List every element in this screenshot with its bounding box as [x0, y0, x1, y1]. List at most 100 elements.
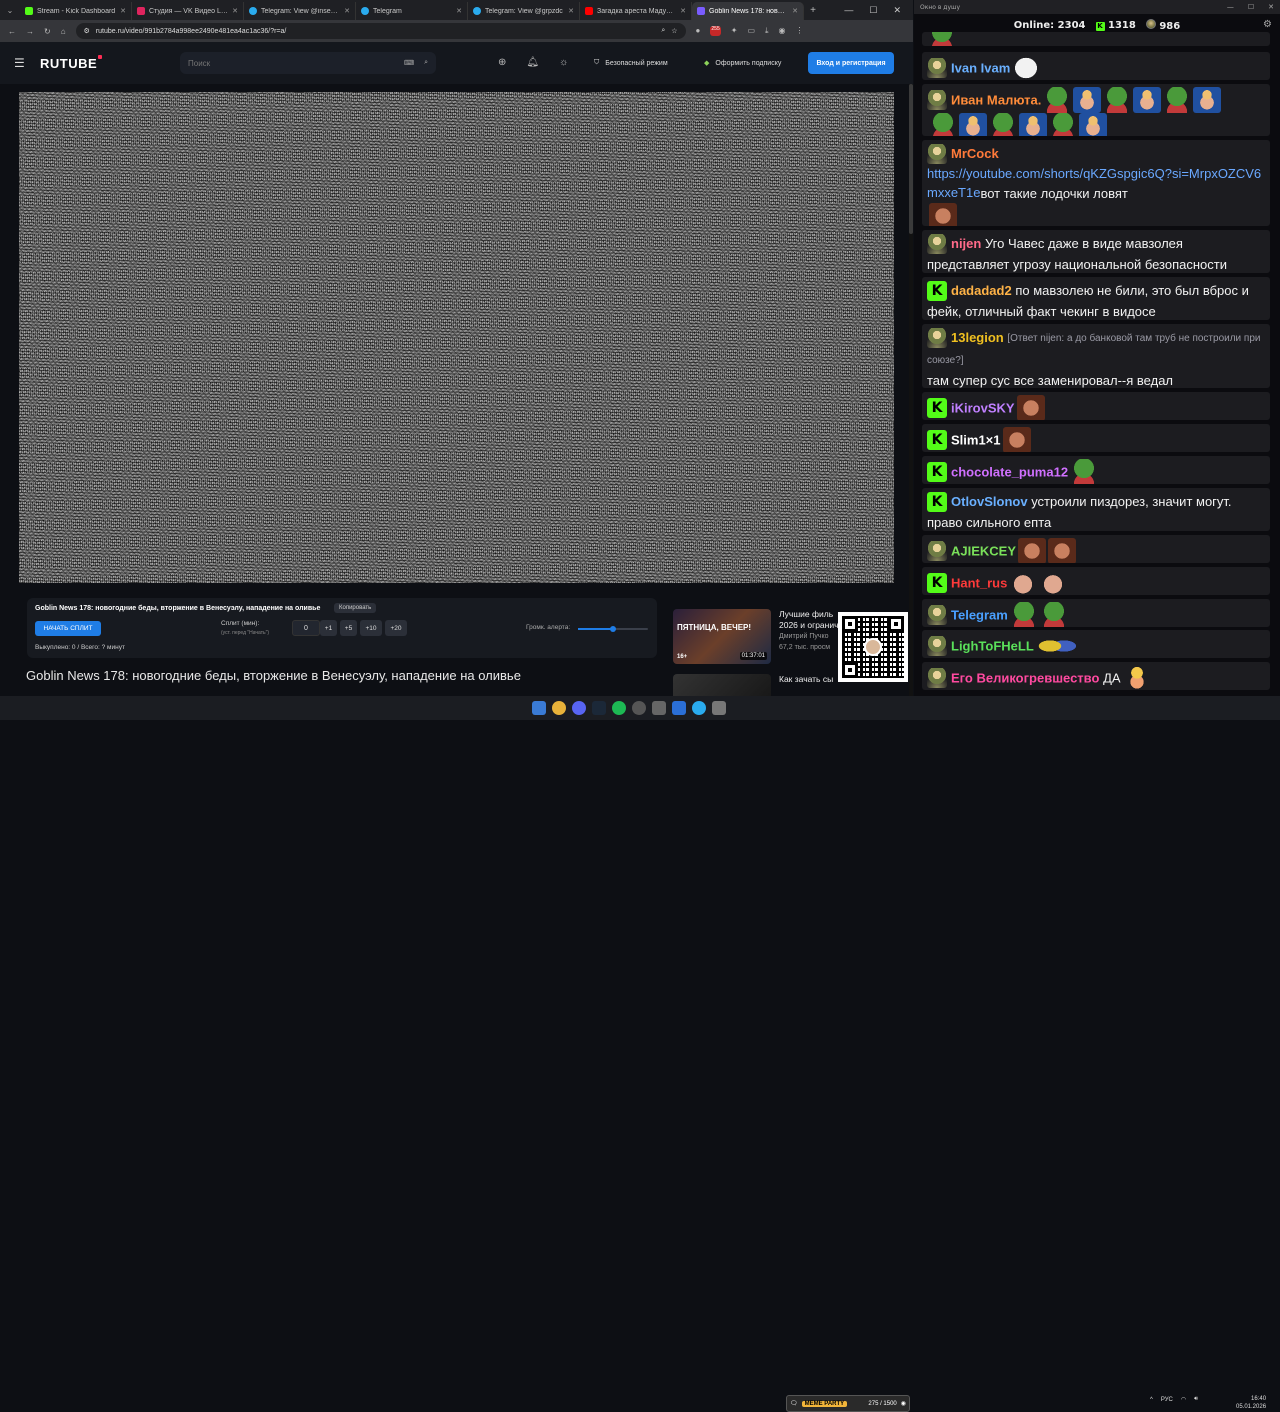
spotify-icon[interactable]	[612, 701, 626, 715]
safe-mode-button[interactable]: ⛉ Безопасный режим	[594, 53, 668, 73]
tray-chevron-icon[interactable]: ^	[1150, 1397, 1153, 1403]
windows-start-icon[interactable]	[532, 701, 546, 715]
steam-icon[interactable]	[592, 701, 606, 715]
clock[interactable]: 16:40 05.01.2026	[1236, 1395, 1266, 1411]
online-count: 2304	[1057, 19, 1086, 31]
increment-10-button[interactable]: +10	[360, 620, 382, 636]
video-player[interactable]	[19, 92, 894, 583]
copy-button[interactable]: Копировать	[334, 603, 377, 613]
maximize-icon[interactable]: ☐	[1248, 3, 1254, 11]
reload-icon[interactable]: ↻	[44, 27, 51, 36]
keyboard-icon[interactable]: ⌨	[404, 59, 414, 67]
close-icon[interactable]: ✕	[232, 7, 238, 15]
meme-toggle-icon[interactable]: ◉	[901, 1400, 906, 1407]
player-icon[interactable]	[672, 701, 686, 715]
theme-sun-icon[interactable]: ☼	[559, 57, 568, 68]
chat-message: Ivan Ivam	[922, 52, 1270, 80]
telegram-icon[interactable]	[692, 701, 706, 715]
close-icon[interactable]: ✕	[456, 7, 462, 15]
duration-badge: 01:37:01	[739, 652, 767, 660]
increment-1-button[interactable]: +1	[320, 620, 337, 636]
close-icon[interactable]: ✕	[680, 7, 686, 15]
chat-message: nijen Уго Чавес даже в виде мавзолея пре…	[922, 230, 1270, 273]
profile-icon[interactable]: ◉	[779, 26, 786, 36]
close-window-icon[interactable]: ✕	[1268, 3, 1274, 11]
browser-tab[interactable]: Stream - Kick Dashboard ✕	[20, 2, 132, 20]
zoom-icon[interactable]: ⌕	[661, 27, 665, 35]
forward-icon[interactable]: →	[26, 27, 34, 36]
emote-image	[1019, 113, 1047, 136]
minimize-icon[interactable]: —	[1227, 3, 1234, 11]
volume-knob[interactable]	[610, 626, 616, 632]
emote-image	[1048, 538, 1077, 563]
scrollbar-thumb[interactable]	[909, 84, 913, 234]
tab-search-icon[interactable]: ⌄	[0, 0, 20, 20]
subscribe-button[interactable]: ◆ Оформить подписку	[704, 53, 781, 73]
rutube-logo[interactable]: RUTUBE	[40, 54, 103, 71]
goblin-badge-icon	[927, 233, 947, 254]
url-field[interactable]: ⚙ rutube.ru/video/991b2784a998ee2490e481…	[75, 23, 686, 39]
close-icon[interactable]: ✕	[344, 7, 350, 15]
close-icon[interactable]: ✕	[568, 7, 574, 15]
upload-icon[interactable]: ⊕	[498, 57, 506, 68]
goblin-badge-icon	[927, 541, 947, 561]
browser-tab[interactable]: Студия — VK Видео Live ✕	[132, 2, 244, 20]
search-input[interactable]	[188, 58, 394, 68]
menu-kebab-icon[interactable]: ⋮	[796, 26, 804, 36]
panel-title: Goblin News 178: новогодние беды, вторже…	[35, 605, 321, 612]
chat-message: AJIEKCEY	[922, 535, 1270, 563]
back-icon[interactable]: ←	[8, 27, 16, 36]
close-icon[interactable]: ✕	[792, 7, 798, 15]
search-icon[interactable]: ⌕	[424, 59, 428, 67]
minimize-icon[interactable]: —	[844, 5, 853, 16]
close-window-icon[interactable]: ✕	[893, 5, 901, 16]
home-icon[interactable]: ⌂	[61, 27, 66, 36]
bookmark-star-icon[interactable]: ☆	[671, 27, 677, 35]
alert-volume-slider[interactable]	[578, 626, 648, 632]
qr-code	[838, 612, 908, 682]
header-icons: ⊕ 🔔︎ ☼	[498, 57, 568, 68]
sidebar-icon[interactable]: ▭	[747, 26, 755, 36]
volume-icon[interactable]: 🔊︎	[1194, 1396, 1198, 1403]
increment-5-button[interactable]: +5	[340, 620, 357, 636]
increment-20-button[interactable]: +20	[385, 620, 407, 636]
app-icon[interactable]	[712, 701, 726, 715]
goblin-badge-icon	[927, 605, 947, 625]
qr-avatar	[864, 638, 882, 656]
age-rating: 16+	[677, 654, 688, 660]
discord-icon[interactable]	[572, 701, 586, 715]
puzzle-icon[interactable]: ✦	[731, 26, 738, 36]
bell-icon[interactable]: 🔔︎	[526, 57, 539, 68]
browser-tab[interactable]: Telegram ✕	[356, 2, 468, 20]
gear-icon[interactable]: ⚙	[1263, 19, 1272, 30]
recommendation-thumbnail[interactable]	[673, 674, 771, 696]
start-split-button[interactable]: НАЧАТЬ СПЛИТ	[35, 621, 101, 636]
page-scrollbar[interactable]	[909, 84, 913, 696]
browser-tab[interactable]: Telegram: View @grpzdc ✕	[468, 2, 580, 20]
meme-party-widget[interactable]: 🗨︎ MEME PARTY 275 / 1500 ◉	[786, 1395, 910, 1412]
maximize-icon[interactable]: ☐	[869, 5, 877, 16]
video-title: Goblin News 178: новогодние беды, вторже…	[26, 668, 521, 683]
lang-indicator[interactable]: РУС	[1161, 1397, 1173, 1403]
split-minutes-input[interactable]: 0	[292, 620, 320, 636]
extension-icon[interactable]: ●	[696, 26, 701, 36]
browser-tab[interactable]: Загадка ареста Мадуро: в...✕	[580, 2, 692, 20]
new-tab-button[interactable]: +	[804, 5, 822, 16]
emote-image	[1103, 87, 1132, 113]
browser-tab-active[interactable]: Goblin News 178: новог... ✕	[692, 2, 804, 20]
login-button[interactable]: Вход и регистрация	[808, 52, 894, 74]
wifi-icon[interactable]: ◠	[1181, 1396, 1186, 1403]
emote-image	[1039, 602, 1068, 627]
download-icon[interactable]: ⤓	[765, 26, 769, 36]
close-icon[interactable]: ✕	[120, 7, 126, 15]
hamburger-menu-icon[interactable]: ☰	[14, 56, 34, 70]
recommendation-thumbnail[interactable]: ПЯТНИЦА, ВЕЧЕР! 16+ 01:37:01	[673, 609, 771, 664]
chrome-icon[interactable]	[552, 701, 566, 715]
browser-tab[interactable]: Telegram: View @insect_life ✕	[244, 2, 356, 20]
kick-viewers: 1318	[1108, 19, 1136, 31]
obs-icon[interactable]	[632, 701, 646, 715]
extensions-bar: ● 255 ✦ ▭ ⤓ ◉ ⋮	[696, 26, 804, 36]
app-icon[interactable]	[652, 701, 666, 715]
site-info-icon[interactable]: ⚙	[84, 27, 90, 35]
goblin-badge-icon	[927, 143, 947, 164]
